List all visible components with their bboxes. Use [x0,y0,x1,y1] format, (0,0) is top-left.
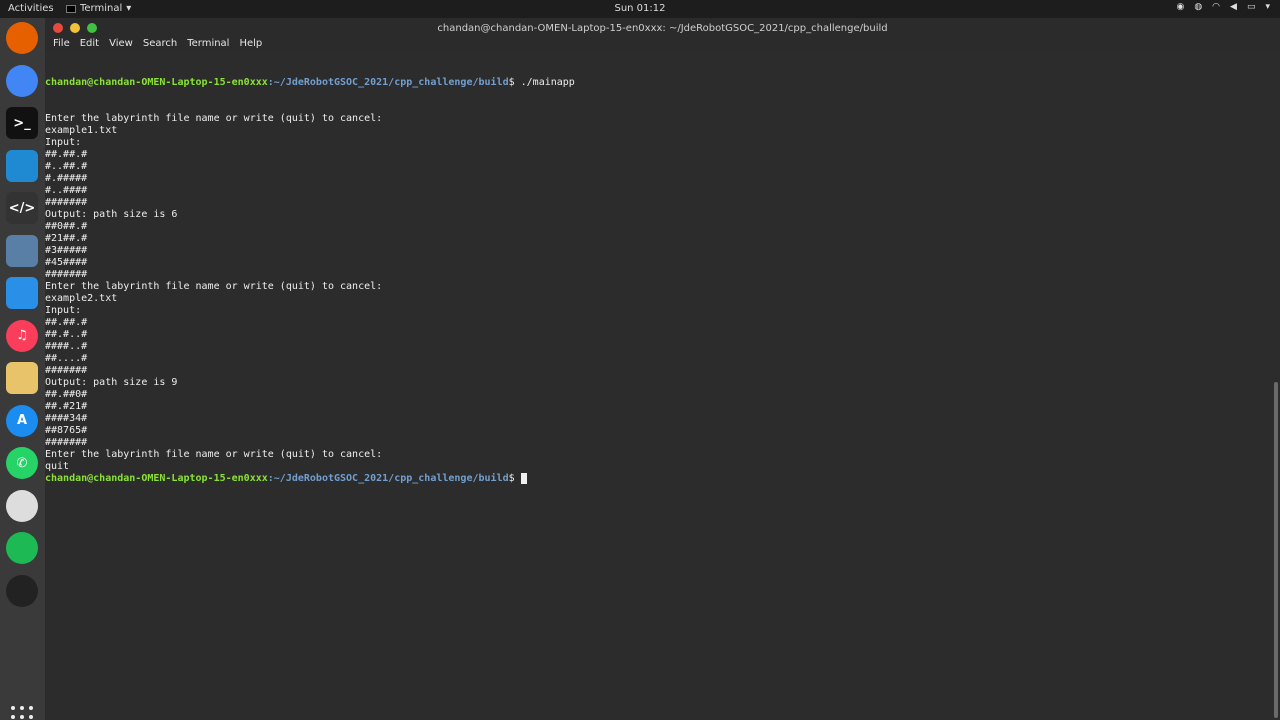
text-cursor [520,473,527,484]
prompt-path: :~/JdeRobotGSOC_2021/cpp_challenge/build [267,473,509,484]
output-line: ####34# [45,413,88,424]
output-line: ##.##.# [45,149,88,160]
output-line: Input: [45,137,82,148]
output-line: ##0##.# [45,221,88,232]
menu-file[interactable]: File [53,38,70,52]
output-line: ##.##0# [45,389,88,400]
music-icon[interactable]: ♫ [6,319,38,352]
output-line: Output: path size is 6 [45,209,178,220]
final-prompt-line: chandan@chandan-OMEN-Laptop-15-en0xxx:~/… [45,473,575,485]
prompt-path: :~/JdeRobotGSOC_2021/cpp_challenge/build [267,77,509,88]
dock: >_ </> ♫ A ✆ [0,18,45,720]
output-line: ##....# [45,353,88,364]
menu-edit[interactable]: Edit [80,38,99,52]
vscode-icon[interactable] [6,149,38,182]
output-line: #21##.# [45,233,88,244]
code-editor-icon[interactable]: </> [6,192,38,224]
prompt-user: chandan@chandan-OMEN-Laptop-15-en0xxx [45,77,268,88]
system-menu-chevron-icon[interactable]: ▾ [1265,2,1270,12]
menu-bar: File Edit View Search Terminal Help [45,38,1280,52]
output-line: ##8765# [45,425,88,436]
output-line: ####### [45,437,88,448]
firefox-icon[interactable] [6,22,38,54]
output-line: #3##### [45,245,88,256]
obs-tray-icon[interactable]: ◉ [1176,2,1184,12]
spotify-icon[interactable] [6,532,38,564]
terminal-output: chandan@chandan-OMEN-Laptop-15-en0xxx:~/… [45,53,575,485]
output-line: Enter the labyrinth file name or write (… [45,281,383,292]
window-title: chandan@chandan-OMEN-Laptop-15-en0xxx: ~… [437,23,888,34]
volume-icon[interactable]: ◀ [1230,2,1237,12]
settings-ring-icon[interactable] [6,489,38,522]
output-line: ####### [45,365,88,376]
command-line: chandan@chandan-OMEN-Laptop-15-en0xxx:~/… [45,77,575,89]
finder-icon[interactable] [6,277,38,309]
menu-terminal[interactable]: Terminal [187,38,229,52]
output-line: ##.#..# [45,329,88,340]
menu-view[interactable]: View [109,38,133,52]
output-line: Output: path size is 9 [45,377,178,388]
output-line: #.##### [45,173,88,184]
wifi-icon[interactable]: ◠ [1212,2,1220,12]
prompt-user: chandan@chandan-OMEN-Laptop-15-en0xxx [45,473,268,484]
output-line: quit [45,461,70,472]
output-line: #..#### [45,185,88,196]
output-line: ####### [45,269,88,280]
text-editor-icon[interactable] [6,362,38,394]
output-line: Enter the labyrinth file name or write (… [45,449,383,460]
system-tray[interactable]: ◉ ◍ ◠ ◀ ▭ ▾ [1176,2,1270,12]
whatsapp-icon[interactable]: ✆ [6,447,38,479]
image-viewer-icon[interactable] [6,234,38,267]
scrollbar[interactable] [1274,382,1278,718]
output-line: Enter the labyrinth file name or write (… [45,113,383,124]
output-line: #45#### [45,257,88,268]
chrome-icon[interactable] [6,64,38,97]
obs-icon[interactable] [6,574,38,607]
command-text: ./mainapp [514,77,575,88]
menu-search[interactable]: Search [143,38,177,52]
output-line: example2.txt [45,293,118,304]
terminal-view[interactable]: chandan@chandan-OMEN-Laptop-15-en0xxx:~/… [45,52,1280,720]
show-applications-icon[interactable] [11,706,33,720]
window-titlebar[interactable]: chandan@chandan-OMEN-Laptop-15-en0xxx: ~… [45,18,1280,38]
menu-help[interactable]: Help [239,38,262,52]
discord-tray-icon[interactable]: ◍ [1194,2,1202,12]
prompt-symbol: $ [508,473,521,484]
battery-icon[interactable]: ▭ [1247,2,1256,12]
top-bar: Activities Terminal ▾ Sun 01:12 ◉ ◍ ◠ ◀ … [0,0,1280,18]
output-line: ####..# [45,341,88,352]
terminal-icon[interactable]: >_ [6,107,38,139]
output-line: ##.#21# [45,401,88,412]
output-line: example1.txt [45,125,118,136]
clock[interactable]: Sun 01:12 [0,3,1280,14]
output-line: #..##.# [45,161,88,172]
app-store-icon[interactable]: A [6,404,38,437]
output-line: ##.##.# [45,317,88,328]
output-line: Input: [45,305,82,316]
output-line: ####### [45,197,88,208]
